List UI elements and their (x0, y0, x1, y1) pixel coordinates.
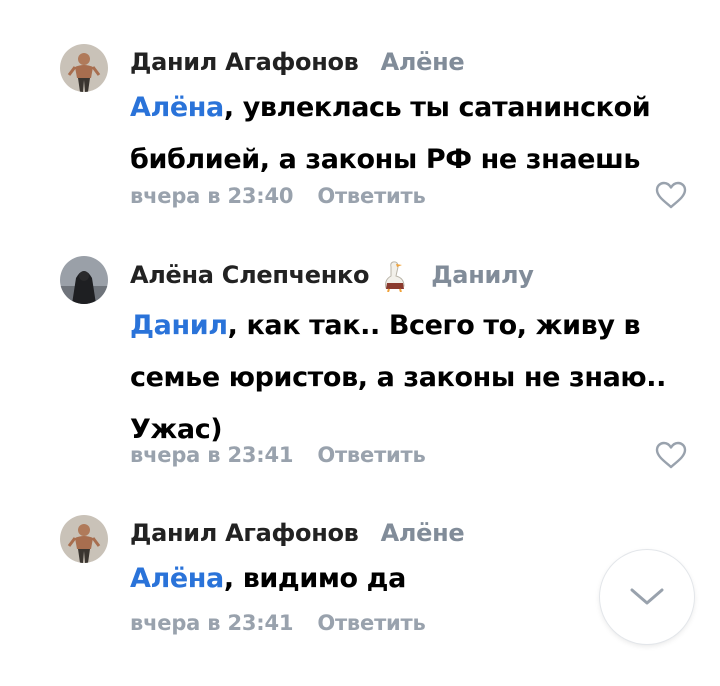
comment-meta: вчера в 23:41 Ответить (130, 611, 426, 635)
comment-header: Данил Агафонов Алёне (130, 48, 465, 76)
like-button[interactable] (654, 180, 688, 210)
reply-to-name[interactable]: Алёне (381, 48, 465, 76)
scroll-down-button[interactable] (600, 550, 694, 644)
woman-avatar-icon (60, 256, 108, 304)
author-name[interactable]: Данил Агафонов (130, 519, 359, 547)
heart-outline-icon (655, 441, 687, 469)
comment-text: Алёна, увлеклась ты сатанинской библией,… (130, 82, 670, 186)
reply-button[interactable]: Ответить (317, 184, 425, 208)
timestamp: вчера в 23:41 (130, 611, 294, 635)
reply-to-name[interactable]: Алёне (381, 519, 465, 547)
comment-text: Алёна, видимо да (130, 553, 670, 605)
timestamp: вчера в 23:41 (130, 443, 294, 467)
timestamp: вчера в 23:40 (130, 184, 294, 208)
reply-button[interactable]: Ответить (317, 443, 425, 467)
comment-text: Данил, как так.. Всего то, живу в семье … (130, 300, 670, 456)
comment-header: Алёна Слепченко Данилу (130, 258, 534, 293)
chevron-down-icon (630, 588, 664, 605)
comment-meta: вчера в 23:41 Ответить (130, 443, 426, 467)
heart-outline-icon (655, 181, 687, 209)
author-name[interactable]: Алёна Слепченко (130, 261, 370, 289)
man-avatar-icon (60, 44, 108, 92)
mention-link[interactable]: Алёна (130, 92, 224, 123)
reply-to-name[interactable]: Данилу (431, 261, 534, 289)
avatar[interactable] (60, 515, 108, 563)
goose-emoji-icon (379, 258, 409, 293)
author-name[interactable]: Данил Агафонов (130, 48, 359, 76)
comment-header: Данил Агафонов Алёне (130, 519, 465, 547)
mention-link[interactable]: Алёна (130, 563, 224, 594)
mention-link[interactable]: Данил (130, 310, 228, 341)
comment-body: , видимо да (223, 563, 406, 594)
like-button[interactable] (654, 440, 688, 470)
comment-meta: вчера в 23:40 Ответить (130, 184, 426, 208)
avatar[interactable] (60, 256, 108, 304)
avatar[interactable] (60, 44, 108, 92)
man-avatar-icon (60, 515, 108, 563)
reply-button[interactable]: Ответить (317, 611, 425, 635)
